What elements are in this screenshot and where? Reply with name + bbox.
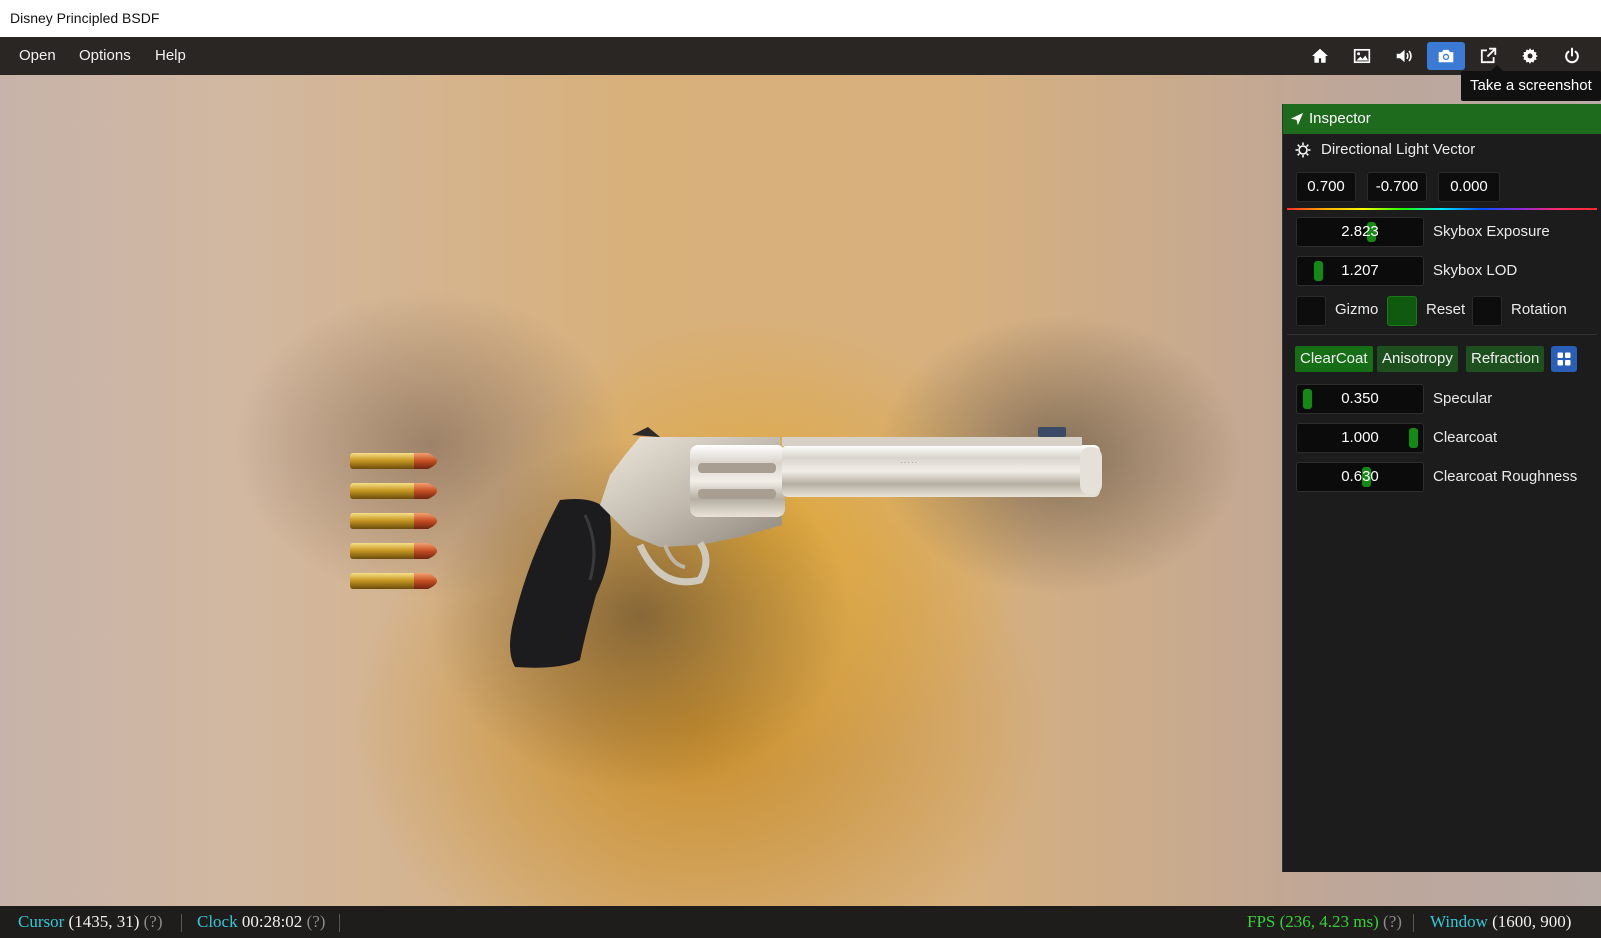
bullet: [350, 483, 437, 499]
skybox-exposure-slider[interactable]: 2.823: [1296, 217, 1424, 247]
power-icon: [1565, 47, 1579, 64]
screenshot-button[interactable]: [1427, 42, 1465, 70]
clearcoat-slider[interactable]: 1.000: [1296, 423, 1424, 453]
reset-checkbox[interactable]: [1387, 296, 1417, 326]
status-divider: [181, 914, 182, 932]
gear-icon: [1522, 48, 1538, 64]
skybox-lod-value: 1.207: [1341, 262, 1379, 279]
cursor-label: Cursor: [18, 912, 65, 931]
fps-status: FPS (236, 4.23 ms) (?): [1247, 912, 1402, 932]
menu-bar: Open Options Help: [0, 37, 1601, 75]
window-label: Window: [1430, 912, 1488, 931]
fps-label: FPS: [1247, 912, 1276, 931]
clearcoat-roughness-value: 0.630: [1341, 468, 1379, 485]
fps-help[interactable]: (?): [1383, 912, 1402, 931]
clock-status: Clock 00:28:02 (?): [197, 912, 325, 932]
rotation-label: Rotation: [1511, 301, 1567, 318]
inspector-header[interactable]: Inspector: [1283, 104, 1601, 134]
bullet: [350, 573, 437, 589]
grid-icon: [1557, 352, 1571, 366]
screenshot-tooltip: Take a screenshot: [1461, 65, 1601, 101]
image-button[interactable]: [1343, 42, 1381, 70]
revolver-model: ·····: [510, 427, 1102, 668]
tab-refraction[interactable]: Refraction: [1466, 346, 1545, 372]
home-icon: [1312, 48, 1328, 63]
clearcoat-roughness-label: Clearcoat Roughness: [1433, 468, 1578, 485]
svg-text:·····: ·····: [900, 458, 918, 467]
camera-icon: [1438, 49, 1454, 63]
power-button[interactable]: [1553, 42, 1591, 70]
menu-open[interactable]: Open: [19, 47, 56, 64]
image-icon: [1353, 48, 1371, 64]
clearcoat-roughness-slider[interactable]: 0.630: [1296, 462, 1424, 492]
clock-help[interactable]: (?): [307, 912, 326, 931]
skybox-lod-label: Skybox LOD: [1433, 262, 1518, 279]
home-button[interactable]: [1301, 42, 1339, 70]
inspector-panel: Inspector Directional Light Vector 0.700…: [1282, 104, 1601, 872]
clock-value: 00:28:02: [241, 912, 303, 931]
light-vector-label: Directional Light Vector: [1321, 141, 1476, 158]
cursor-value: (1435, 31): [68, 912, 140, 931]
status-divider: [339, 914, 340, 932]
clock-label: Clock: [197, 912, 238, 931]
bullets: [350, 453, 437, 589]
light-vector-z-field[interactable]: 0.000: [1438, 172, 1500, 202]
specular-label: Specular: [1433, 390, 1493, 407]
tab-anisotropy[interactable]: Anisotropy: [1377, 346, 1458, 372]
layout-grid-button[interactable]: [1551, 346, 1577, 372]
sun-icon: [1295, 142, 1311, 158]
bullet: [350, 513, 437, 529]
divider: [1287, 334, 1597, 335]
window-value: (1600, 900): [1492, 912, 1572, 931]
light-vector-x-field[interactable]: 0.700: [1296, 172, 1356, 202]
bullet: [350, 543, 437, 559]
external-link-icon: [1480, 47, 1497, 64]
skybox-exposure-value: 2.823: [1341, 223, 1379, 240]
gizmo-checkbox[interactable]: [1296, 296, 1326, 326]
fps-value: (236, 4.23 ms): [1279, 912, 1379, 931]
gizmo-label: Gizmo: [1335, 301, 1379, 318]
skybox-lod-slider[interactable]: 1.207: [1296, 256, 1424, 286]
sound-button[interactable]: [1385, 42, 1423, 70]
sound-icon: [1396, 49, 1412, 63]
location-arrow-icon: [1290, 112, 1304, 126]
rotation-checkbox[interactable]: [1472, 296, 1502, 326]
inspector-title: Inspector: [1309, 110, 1371, 127]
bullet: [350, 453, 437, 469]
clearcoat-label: Clearcoat: [1433, 429, 1498, 446]
menu-help[interactable]: Help: [155, 47, 186, 64]
cursor-status: Cursor (1435, 31) (?): [18, 912, 162, 932]
reset-label: Reset: [1426, 301, 1466, 318]
menu-options[interactable]: Options: [79, 47, 131, 64]
color-bar: [1287, 208, 1597, 210]
specular-slider[interactable]: 0.350: [1296, 384, 1424, 414]
skybox-exposure-label: Skybox Exposure: [1433, 223, 1550, 240]
specular-value: 0.350: [1341, 390, 1379, 407]
clearcoat-value: 1.000: [1341, 429, 1379, 446]
cursor-help[interactable]: (?): [144, 912, 163, 931]
light-vector-y-field[interactable]: -0.700: [1367, 172, 1427, 202]
window-status: Window (1600, 900): [1430, 912, 1571, 932]
status-bar: Cursor (1435, 31) (?) Clock 00:28:02 (?)…: [0, 906, 1601, 938]
tab-clearcoat[interactable]: ClearCoat: [1295, 346, 1373, 372]
window-titlebar: Disney Principled BSDF: [0, 0, 1601, 38]
status-divider: [1413, 914, 1414, 932]
settings-button[interactable]: [1511, 42, 1549, 70]
window-title: Disney Principled BSDF: [10, 10, 160, 26]
